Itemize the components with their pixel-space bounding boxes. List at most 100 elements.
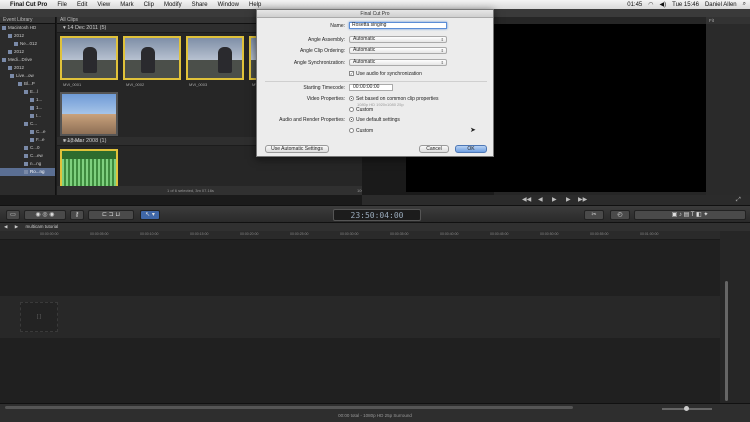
menu-modify[interactable]: Modify [164,2,182,8]
clock[interactable]: Tue 15:46 [672,2,699,8]
name-row: Name: Rosetta singing [257,22,493,30]
forward-icon[interactable]: ▶ [15,224,18,229]
timeline-vertical-scrollbar[interactable] [720,231,750,403]
back-icon[interactable]: ◀ [4,224,7,229]
event-library: Event Library Macintosh HD 2012 Ne...012… [0,17,56,195]
menu-mark[interactable]: Mark [120,2,133,8]
dashboard-timecode[interactable]: 23:50:04:00 [333,209,421,221]
spotlight-icon[interactable]: ⌕ [743,1,746,8]
record-controls[interactable]: ◉ ◎ ◉ [24,210,66,220]
viewer-zoom[interactable]: Fit [706,17,750,24]
library-item[interactable]: n...ng [0,160,55,168]
browser-toggles[interactable]: ▣ ♪ ▤ T ◧ ✦ [634,210,746,220]
viewer-sidebar [706,24,750,195]
battery-status[interactable]: 01:45 [627,2,642,8]
zoom-duration[interactable]: 10s [357,186,362,195]
folder-icon [30,98,34,102]
angle-assembly-popup[interactable]: Automatic ⇕ [349,36,447,43]
ruler-tick: 00:00:10:00 [140,232,159,236]
library-item[interactable]: C... [0,120,55,128]
ruler-tick: 00:00:05:00 [90,232,109,236]
ok-button[interactable]: OK [455,145,487,153]
use-audio-checkbox[interactable]: ✓ Use audio for synchronization [349,70,422,78]
library-item[interactable]: F...e [0,136,55,144]
browser-footer: 1 of 6 selected, 3m 07.16s 10s [57,186,362,195]
viewer-controls: ◀◀ ◀ ▶ ▶ ▶▶ ⤢ [362,195,750,205]
event-star-icon [8,34,12,38]
select-tool-button[interactable]: ↖ ▾ [140,210,160,220]
library-item[interactable]: 2012 [0,32,55,40]
menu-file[interactable]: File [57,2,67,8]
menu-edit[interactable]: Edit [77,2,87,8]
ruler-tick: 00:00:45:00 [490,232,509,236]
menu-window[interactable]: Window [218,2,239,8]
edit-buttons[interactable]: ⊏ ⊐ ⊔ [88,210,134,220]
next-frame-icon[interactable]: ▶▶ [578,195,587,205]
clip-thumbnail[interactable]: MVI_0008 [60,92,118,143]
menu-help[interactable]: Help [249,2,261,8]
project-name[interactable]: multicam tutorial [25,224,58,229]
library-item[interactable]: Ne...012 [0,40,55,48]
library-item[interactable]: Bl...P [0,80,55,88]
event-star-icon [14,42,18,46]
folder-icon [30,114,34,118]
empty-storyline-placeholder[interactable]: [ ] [20,302,58,332]
event-star-icon [8,50,12,54]
audio-custom-row: Custom [257,127,493,135]
audio-custom-radio[interactable]: Custom [349,127,373,135]
library-item[interactable]: t... [0,112,55,120]
library-item[interactable]: C...e [0,128,55,136]
library-item[interactable]: C...0 [0,144,55,152]
audio-default-radio[interactable]: Use default settings [349,116,400,124]
volume-icon[interactable]: ◀) [660,1,667,8]
timeline-horizontal-scrollbar[interactable] [5,406,573,409]
starting-tc-field[interactable]: 00:00:00:00 [349,84,393,91]
timeline-area[interactable]: [ ] [0,240,720,403]
library-item[interactable]: Live...ow [0,72,55,80]
timeline-ruler[interactable]: 00:00:00:00 00:00:05:00 00:00:10:00 00:0… [0,231,720,240]
zoom-knob[interactable] [684,406,689,411]
library-item[interactable]: E...l [0,88,55,96]
library-item[interactable]: Medi...Drive [0,56,55,64]
angle-sync-label: Angle Synchronization: [293,60,345,66]
play-icon[interactable]: ▶ [552,195,557,205]
fullscreen-icon[interactable]: ⤢ [736,195,741,205]
library-item[interactable]: 1... [0,96,55,104]
step-back-icon[interactable]: ◀ [538,195,543,205]
step-forward-icon[interactable]: ▶ [566,195,571,205]
scroll-thumb[interactable] [725,281,728,401]
cancel-button[interactable]: Cancel [419,145,449,153]
library-item[interactable]: Macintosh HD [0,24,55,32]
use-automatic-settings-button[interactable]: Use Automatic Settings [265,145,329,153]
video-custom-radio[interactable]: Custom [349,106,373,114]
library-item[interactable]: C...ew [0,152,55,160]
prev-frame-icon[interactable]: ◀◀ [522,195,531,205]
menu-share[interactable]: Share [192,2,208,8]
name-field[interactable]: Rosetta singing [349,22,447,29]
folder-icon [18,82,22,86]
clip-thumbnail[interactable]: MVI_0003 [186,36,244,87]
library-item[interactable]: 1... [0,104,55,112]
folder-icon [30,138,34,142]
new-multicam-dialog: Final Cut Pro Name: Rosetta singing Angl… [256,9,494,157]
blade-icon[interactable]: ✂ [584,210,604,220]
angle-ordering-popup[interactable]: Automatic ⇕ [349,47,447,54]
keyword-icon[interactable]: ⚷ [70,210,84,220]
ruler-tick: 00:00:25:00 [290,232,309,236]
wifi-icon[interactable]: ◠ [648,1,653,8]
library-item[interactable]: 2012 [0,64,55,72]
background-tasks-icon[interactable]: ◴ [610,210,630,220]
menu-view[interactable]: View [97,2,110,8]
menu-clip[interactable]: Clip [144,2,154,8]
drive-icon [2,58,6,62]
clip-thumbnail[interactable]: MVI_0001 [60,36,118,87]
library-item-selected[interactable]: Ro...ng [0,168,55,176]
clip-thumbnail[interactable]: MVI_0002 [123,36,181,87]
import-icon[interactable]: ▭ [6,210,20,220]
timeline-zoom-slider[interactable] [662,406,712,411]
menu-app-name[interactable]: Final Cut Pro [10,2,47,8]
library-item[interactable]: 2012 [0,48,55,56]
angle-sync-popup[interactable]: Automatic ⇕ [349,59,447,66]
user-name[interactable]: Daniel Allen [705,2,737,8]
primary-storyline[interactable] [0,296,720,338]
